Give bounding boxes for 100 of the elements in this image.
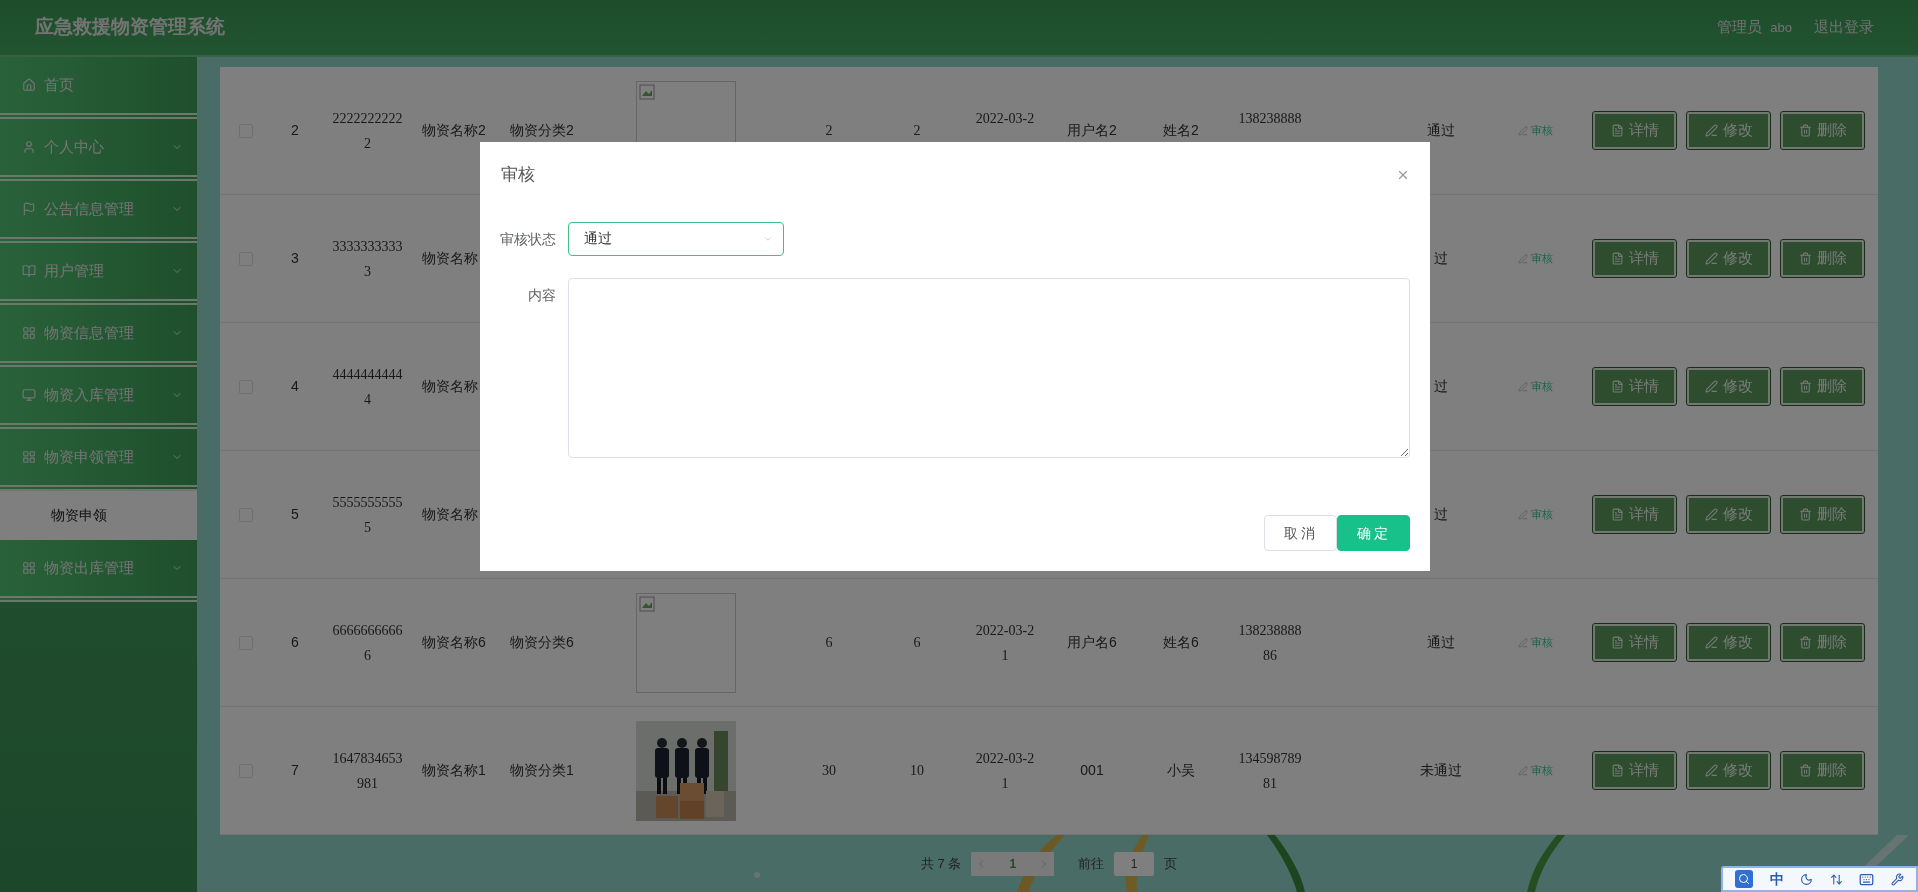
table-cell-text: 13459878981 xyxy=(1237,749,1303,793)
keyboard-icon[interactable] xyxy=(1859,871,1875,887)
action-button[interactable]: 修改 xyxy=(1687,240,1770,277)
logout-link[interactable]: 退出登录 xyxy=(1814,16,1874,39)
action-button[interactable]: 修改 xyxy=(1687,752,1770,789)
table-cell-text: 用户名6 xyxy=(1067,633,1117,652)
table-cell-text: 通过 xyxy=(1427,121,1455,140)
table-cell-text: 物资名称1 xyxy=(422,761,486,780)
table-cell-text: 2 xyxy=(291,121,299,140)
action-button[interactable]: 详情 xyxy=(1593,496,1676,533)
table-cell-text: 30 xyxy=(822,762,836,780)
action-button[interactable]: 修改 xyxy=(1687,112,1770,149)
table-cell-text: 10 xyxy=(910,762,924,780)
table-cell-text: 1647834653981 xyxy=(331,749,404,793)
page-suffix: 页 xyxy=(1164,854,1178,873)
table-cell-text: 物资分类2 xyxy=(510,121,574,140)
sidebar-item[interactable]: 首页 xyxy=(0,57,197,119)
trash-icon xyxy=(1798,252,1812,265)
action-button[interactable]: 删除 xyxy=(1781,752,1864,789)
table-cell-text: 物资名称 xyxy=(422,505,478,524)
table-cell-text: 物资分类1 xyxy=(510,761,574,780)
action-button[interactable]: 详情 xyxy=(1593,368,1676,405)
goto-label: 前往 xyxy=(1078,854,1105,873)
confirm-button[interactable]: 确定 xyxy=(1337,515,1410,551)
monitor-icon xyxy=(22,388,36,402)
table-cell-text: 22222222222 xyxy=(331,109,404,153)
table-cell-text: 44444444444 xyxy=(331,365,404,409)
page-number[interactable]: 1 xyxy=(995,854,1031,873)
sidebar-item[interactable]: 物资入库管理 xyxy=(0,367,197,429)
action-button[interactable]: 修改 xyxy=(1687,496,1770,533)
wrench-icon[interactable] xyxy=(1890,872,1904,886)
field-label: 内容 xyxy=(527,285,557,305)
pen-icon xyxy=(1704,124,1718,137)
sidebar-item[interactable]: 物资信息管理 xyxy=(0,305,197,367)
sidebar-item[interactable]: 公告信息管理 xyxy=(0,181,197,243)
action-button[interactable]: 删除 xyxy=(1781,624,1864,661)
table-cell-text: 姓名2 xyxy=(1163,121,1199,140)
action-button[interactable]: 修改 xyxy=(1687,368,1770,405)
grid-icon xyxy=(22,326,36,340)
action-button[interactable]: 详情 xyxy=(1593,624,1676,661)
action-button[interactable]: 删除 xyxy=(1781,368,1864,405)
review-link[interactable]: 审核 xyxy=(1517,378,1553,395)
table-cell-text: 2 xyxy=(913,122,921,140)
action-button[interactable]: 修改 xyxy=(1687,624,1770,661)
sidebar-item[interactable]: 用户管理 xyxy=(0,243,197,305)
table-cell-text: 过 xyxy=(1434,249,1448,268)
trash-icon xyxy=(1798,508,1812,521)
cancel-button[interactable]: 取消 xyxy=(1264,515,1337,551)
grid-icon xyxy=(22,450,36,464)
review-link[interactable]: 审核 xyxy=(1517,250,1553,267)
document-icon xyxy=(1610,124,1624,137)
pen-icon xyxy=(1704,636,1718,649)
review-link[interactable]: 审核 xyxy=(1517,634,1553,651)
submenu-item[interactable]: 物资申领 xyxy=(0,491,197,540)
review-link[interactable]: 审核 xyxy=(1517,122,1553,139)
table-cell-text: 2 xyxy=(825,122,833,140)
arrows-icon[interactable] xyxy=(1829,872,1843,886)
ime-mode[interactable]: 中 xyxy=(1769,868,1784,890)
table-cell-text: 姓名6 xyxy=(1163,633,1199,652)
page-input[interactable]: 1 xyxy=(1114,851,1155,876)
document-icon xyxy=(1610,252,1624,265)
content-field[interactable] xyxy=(568,277,1410,458)
sidebar-item[interactable]: 物资出库管理 xyxy=(0,540,197,602)
table-cell-text: 未通过 xyxy=(1420,761,1462,780)
user-role: 管理员 xyxy=(1717,17,1763,38)
person-icon xyxy=(22,140,36,154)
action-button[interactable]: 删除 xyxy=(1781,496,1864,533)
field-label: 审核状态 xyxy=(499,229,557,249)
table-cell-text: 5 xyxy=(291,505,299,524)
sidebar-item[interactable]: 个人中心 xyxy=(0,119,197,181)
document-icon xyxy=(1610,764,1624,777)
sidebar-item[interactable]: 物资申领管理 xyxy=(0,429,197,491)
table-cell-text: 6 xyxy=(913,634,921,652)
document-icon xyxy=(1610,380,1624,393)
trash-icon xyxy=(1798,764,1812,777)
status-select[interactable]: 通过 xyxy=(568,221,784,256)
home-icon xyxy=(22,78,36,92)
table-cell-text: 2022-03-21 xyxy=(974,621,1036,665)
review-link[interactable]: 审核 xyxy=(1517,506,1553,523)
review-link[interactable]: 审核 xyxy=(1517,762,1553,779)
action-button[interactable]: 详情 xyxy=(1593,752,1676,789)
table-cell-text: 13823888886 xyxy=(1237,621,1303,665)
table-cell-text: 物资名称2 xyxy=(422,121,486,140)
table-cell-text: 2022-03-21 xyxy=(974,749,1036,793)
moon-icon[interactable] xyxy=(1800,872,1814,886)
trash-icon xyxy=(1798,636,1812,649)
book-icon xyxy=(22,264,36,278)
table-cell-text: 物资名称6 xyxy=(422,633,486,652)
search-icon[interactable] xyxy=(1735,870,1754,888)
trash-icon xyxy=(1798,124,1812,137)
action-button[interactable]: 详情 xyxy=(1593,112,1676,149)
trash-icon xyxy=(1798,380,1812,393)
table-cell-text: 过 xyxy=(1434,377,1448,396)
pen-icon xyxy=(1704,380,1718,393)
dialog-title: 审核 xyxy=(501,164,535,186)
action-button[interactable]: 删除 xyxy=(1781,112,1864,149)
app-title: 应急救援物资管理系统 xyxy=(35,15,226,40)
action-button[interactable]: 删除 xyxy=(1781,240,1864,277)
action-button[interactable]: 详情 xyxy=(1593,240,1676,277)
username: abo xyxy=(1770,18,1792,37)
